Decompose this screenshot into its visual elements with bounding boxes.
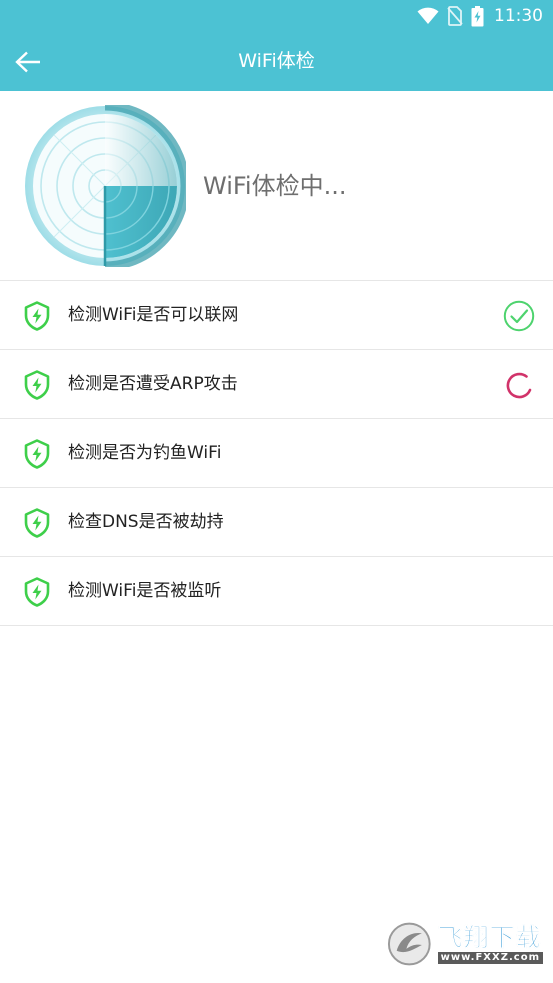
shield-bolt-icon bbox=[24, 508, 50, 538]
loading-spinner-icon bbox=[506, 372, 532, 399]
watermark-url: www.FXXZ.com bbox=[437, 951, 543, 964]
check-item-sniffing: 检测WiFi是否被监听 bbox=[0, 557, 553, 626]
status-time: 11:30 bbox=[494, 6, 543, 26]
wifi-icon bbox=[417, 7, 439, 24]
page-title: WiFi体检 bbox=[238, 50, 315, 72]
scan-status-text: WiFi体检中... bbox=[203, 172, 347, 200]
check-label: 检测WiFi是否被监听 bbox=[68, 581, 222, 601]
check-item-internet: 检测WiFi是否可以联网 bbox=[0, 281, 553, 350]
shield-bolt-icon bbox=[24, 301, 50, 331]
check-item-arp: 检测是否遭受ARP攻击 bbox=[0, 350, 553, 419]
battery-charging-icon bbox=[471, 5, 484, 26]
check-item-dns: 检查DNS是否被劫持 bbox=[0, 488, 553, 557]
watermark-brand: 飞翔下载 bbox=[437, 922, 542, 952]
shield-bolt-icon bbox=[24, 439, 50, 469]
scan-header: WiFi体检中... bbox=[0, 91, 553, 281]
check-label: 检查DNS是否被劫持 bbox=[68, 512, 224, 532]
check-label: 检测是否为钓鱼WiFi bbox=[68, 443, 222, 463]
check-label: 检测是否遭受ARP攻击 bbox=[68, 374, 238, 394]
check-item-phishing: 检测是否为钓鱼WiFi bbox=[0, 419, 553, 488]
check-circle-icon bbox=[503, 300, 535, 332]
watermark: 飞翔下载 www.FXXZ.com bbox=[387, 917, 543, 971]
check-label: 检测WiFi是否可以联网 bbox=[68, 305, 239, 325]
check-list: 检测WiFi是否可以联网 检测是否遭受ARP攻击 检测是否为钓鱼WiFi 检查D… bbox=[0, 281, 553, 626]
status-bar: 11:30 bbox=[0, 0, 553, 32]
watermark-text: 飞翔下载 www.FXXZ.com bbox=[437, 922, 543, 964]
wifi-check-screen: 11:30 WiFi体检 WiFi体检中... 检测WiFi是否可以联网 检测是… bbox=[0, 0, 553, 983]
shield-bolt-icon bbox=[24, 577, 50, 607]
no-sim-icon bbox=[447, 6, 463, 26]
watermark-logo-icon bbox=[387, 922, 431, 966]
radar-scan-icon bbox=[25, 105, 186, 267]
toolbar: WiFi体检 bbox=[0, 32, 553, 91]
shield-bolt-icon bbox=[24, 370, 50, 400]
status-icons: 11:30 bbox=[417, 4, 543, 28]
